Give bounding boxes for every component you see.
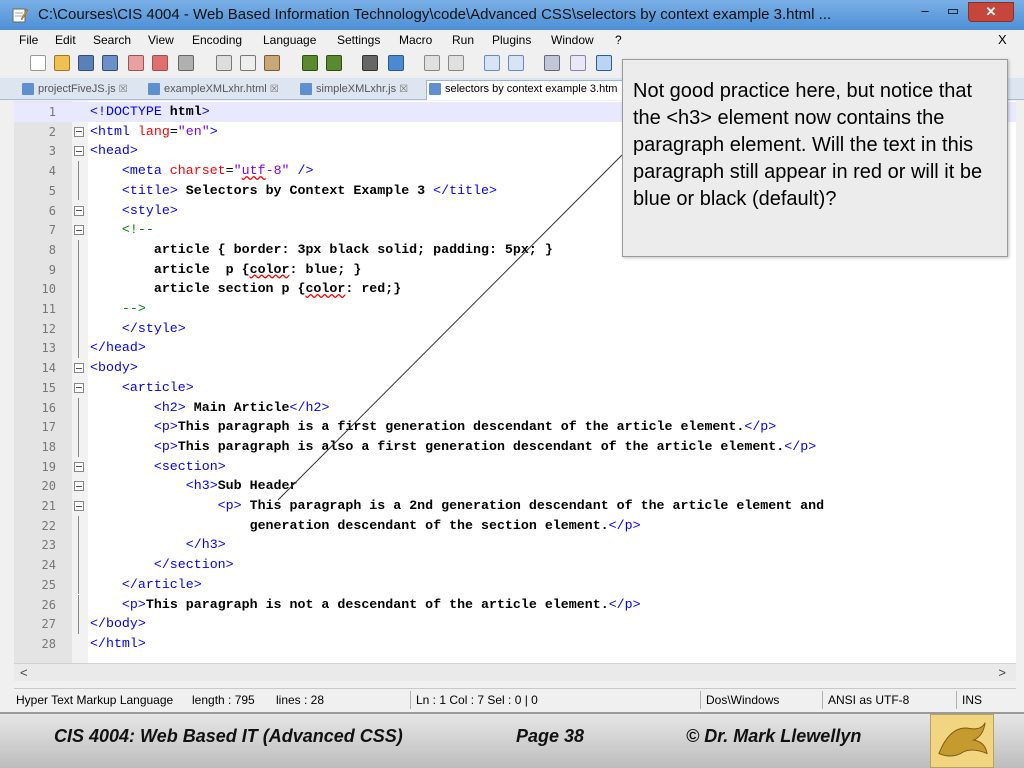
university-pegasus-logo — [930, 714, 994, 768]
footer-page: Page 38 — [516, 726, 585, 746]
annotation-callout: Not good practice here, but notice that … — [622, 59, 1008, 257]
callout-text: Not good practice here, but notice that … — [633, 80, 983, 210]
slide-footer: CIS 4004: Web Based IT (Advanced CSS) Pa… — [0, 712, 1024, 768]
footer-course: CIS 4004: Web Based IT (Advanced CSS) — [54, 726, 403, 746]
footer-author: © Dr. Mark Llewellyn — [686, 726, 862, 746]
